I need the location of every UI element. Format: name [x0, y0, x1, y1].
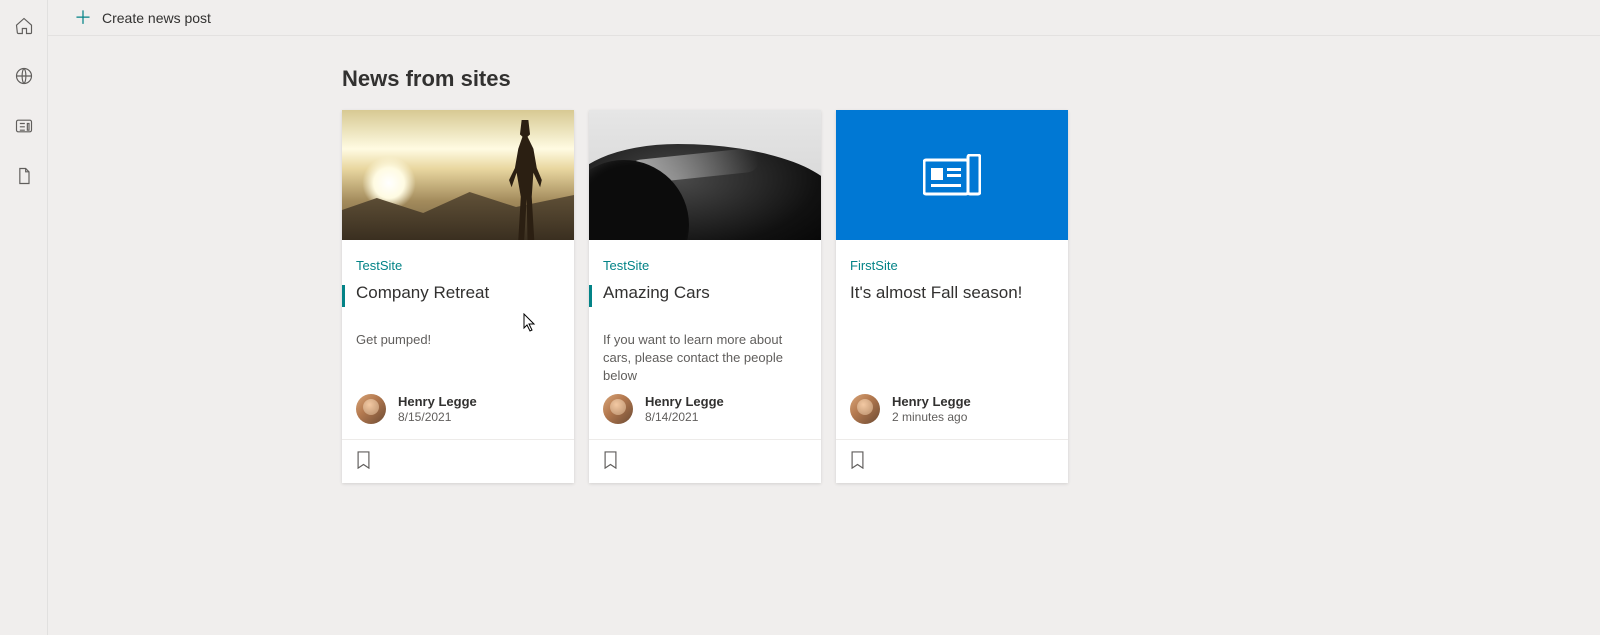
- card-description: Get pumped!: [356, 331, 560, 349]
- card-site-link[interactable]: TestSite: [356, 258, 560, 273]
- card-title: It's almost Fall season!: [850, 283, 1054, 303]
- newspaper-icon: [923, 154, 981, 196]
- author-name: Henry Legge: [892, 394, 971, 410]
- author-date: 2 minutes ago: [892, 410, 971, 425]
- card-description: If you want to learn more about cars, pl…: [603, 331, 807, 386]
- card-site-link[interactable]: TestSite: [603, 258, 807, 273]
- home-icon[interactable]: [12, 14, 36, 38]
- card-hero-image: [589, 110, 821, 240]
- bookmark-icon: [850, 451, 865, 469]
- card-author: Henry Legge 8/14/2021: [589, 394, 821, 439]
- card-hero-image: [342, 110, 574, 240]
- app-rail: [0, 0, 48, 635]
- avatar[interactable]: [356, 394, 386, 424]
- main-area: ＋ Create news post News from sites TestS…: [48, 0, 1600, 635]
- card-author: Henry Legge 8/15/2021: [342, 394, 574, 439]
- news-card[interactable]: FirstSite It's almost Fall season! Henry…: [836, 110, 1068, 483]
- toolbar: ＋ Create news post: [48, 0, 1600, 36]
- card-body: FirstSite It's almost Fall season!: [836, 240, 1068, 394]
- plus-icon: ＋: [74, 9, 92, 27]
- accent-bar: [342, 285, 345, 307]
- avatar[interactable]: [603, 394, 633, 424]
- card-footer: [836, 439, 1068, 483]
- create-news-post-button[interactable]: ＋ Create news post: [74, 9, 211, 27]
- news-card-row: TestSite Company Retreat Get pumped! Hen…: [342, 110, 1600, 483]
- card-body: TestSite Amazing Cars If you want to lea…: [589, 240, 821, 394]
- bookmark-icon: [356, 451, 371, 469]
- author-name: Henry Legge: [398, 394, 477, 410]
- bookmark-button[interactable]: [848, 449, 867, 474]
- card-author: Henry Legge 2 minutes ago: [836, 394, 1068, 439]
- author-name: Henry Legge: [645, 394, 724, 410]
- bookmark-button[interactable]: [354, 449, 373, 474]
- card-hero-image: [836, 110, 1068, 240]
- accent-bar: [589, 285, 592, 307]
- news-card[interactable]: TestSite Company Retreat Get pumped! Hen…: [342, 110, 574, 483]
- card-site-link[interactable]: FirstSite: [850, 258, 1054, 273]
- avatar[interactable]: [850, 394, 880, 424]
- bookmark-icon: [603, 451, 618, 469]
- section-title: News from sites: [342, 66, 1600, 92]
- author-date: 8/15/2021: [398, 410, 477, 425]
- card-title: Amazing Cars: [603, 283, 807, 303]
- files-icon[interactable]: [12, 164, 36, 188]
- news-card[interactable]: TestSite Amazing Cars If you want to lea…: [589, 110, 821, 483]
- news-icon[interactable]: [12, 114, 36, 138]
- create-news-label: Create news post: [102, 10, 211, 26]
- globe-icon[interactable]: [12, 64, 36, 88]
- card-title: Company Retreat: [356, 283, 560, 303]
- author-date: 8/14/2021: [645, 410, 724, 425]
- bookmark-button[interactable]: [601, 449, 620, 474]
- content: News from sites TestSite Company Retreat…: [48, 36, 1600, 635]
- card-footer: [589, 439, 821, 483]
- card-footer: [342, 439, 574, 483]
- card-body: TestSite Company Retreat Get pumped!: [342, 240, 574, 394]
